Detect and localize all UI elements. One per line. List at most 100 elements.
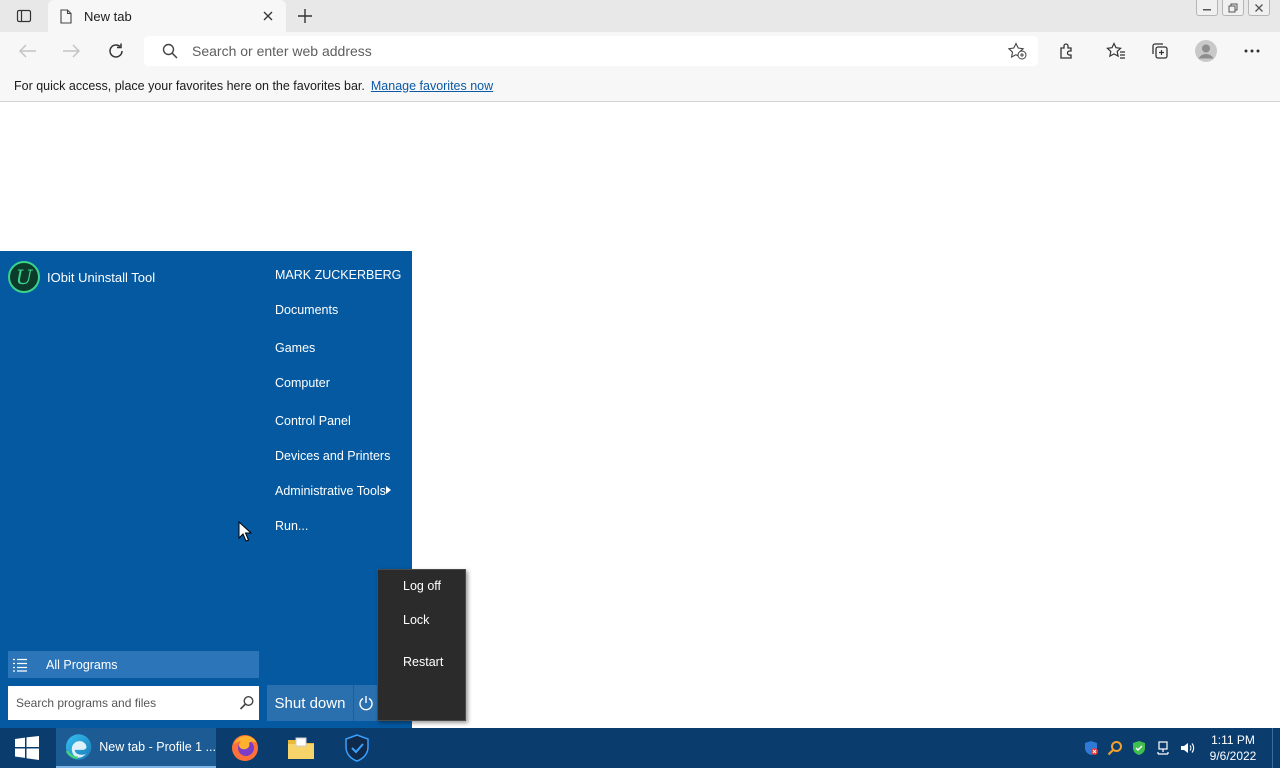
- log-off-item[interactable]: Log off: [378, 572, 465, 600]
- profile-button[interactable]: [1191, 36, 1221, 66]
- devices-printers-label: Devices and Printers: [275, 449, 391, 463]
- address-input[interactable]: [192, 36, 972, 66]
- page-icon: [58, 8, 74, 24]
- forward-arrow-icon: [63, 44, 80, 58]
- shutdown-label: Shut down: [274, 694, 346, 712]
- start-search-input[interactable]: [8, 686, 228, 720]
- close-icon: [263, 11, 273, 21]
- minimize-icon: [1203, 8, 1211, 10]
- tab-strip: New tab: [0, 0, 1280, 32]
- run-item[interactable]: Run...: [267, 512, 405, 540]
- power-icon: [358, 696, 373, 711]
- documents-item[interactable]: Documents: [267, 296, 405, 324]
- favorites-button[interactable]: [1101, 36, 1131, 66]
- favorites-bar: For quick access, place your favorites h…: [0, 70, 1280, 102]
- active-window-label: New tab - Profile 1 ...: [99, 740, 216, 754]
- close-window-icon: [1255, 3, 1263, 12]
- computer-item[interactable]: Computer: [267, 369, 405, 397]
- minimize-button[interactable]: [1196, 0, 1218, 16]
- system-tray: [1082, 728, 1196, 768]
- start-search-box: [8, 686, 259, 720]
- add-favorite-button[interactable]: [1006, 41, 1028, 61]
- collections-icon: [1152, 43, 1168, 59]
- shutdown-button[interactable]: Shut down: [267, 685, 353, 721]
- lock-label: Lock: [403, 613, 430, 627]
- games-label: Games: [275, 341, 316, 355]
- taskbar: New tab - Profile 1 ... 1:11 PM 9/6/2022: [0, 728, 1280, 768]
- lock-item[interactable]: Lock: [378, 606, 465, 634]
- mouse-cursor-icon: [238, 520, 253, 546]
- tab-actions-button[interactable]: [12, 6, 36, 26]
- browser-toolbar: [0, 32, 1280, 70]
- taskbar-vpn-shield[interactable]: [338, 728, 376, 768]
- tab-new-tab[interactable]: New tab: [48, 0, 286, 32]
- administrative-tools-item[interactable]: Administrative Tools: [267, 477, 405, 505]
- taskbar-edge-window[interactable]: New tab - Profile 1 ...: [56, 728, 216, 768]
- devices-printers-item[interactable]: Devices and Printers: [267, 442, 405, 470]
- games-item[interactable]: Games: [267, 334, 405, 362]
- extensions-button[interactable]: [1052, 36, 1082, 66]
- shutdown-options-button[interactable]: [353, 685, 377, 721]
- user-name-item[interactable]: MARK ZUCKERBERG: [267, 261, 405, 289]
- iobit-logo-icon: U: [8, 261, 40, 293]
- more-dots-icon: [1244, 49, 1260, 53]
- file-explorer-icon: [288, 737, 314, 759]
- search-tray-icon[interactable]: [1106, 739, 1124, 757]
- computer-label: Computer: [275, 376, 330, 390]
- clock-date: 9/6/2022: [1209, 749, 1257, 763]
- vpn-shield-icon: [345, 734, 369, 762]
- forward-button[interactable]: [56, 36, 86, 66]
- volume-icon[interactable]: [1178, 739, 1196, 757]
- control-panel-item[interactable]: Control Panel: [267, 407, 405, 435]
- taskbar-file-explorer[interactable]: [282, 728, 320, 768]
- close-tab-button[interactable]: [260, 8, 276, 24]
- network-icon[interactable]: [1154, 739, 1172, 757]
- close-window-button[interactable]: [1248, 0, 1270, 16]
- back-arrow-icon: [19, 44, 36, 58]
- control-panel-label: Control Panel: [275, 414, 351, 428]
- shield-check-icon[interactable]: [1130, 739, 1148, 757]
- start-button[interactable]: [0, 728, 54, 768]
- tab-title: New tab: [84, 8, 132, 24]
- new-tab-button[interactable]: [293, 5, 317, 27]
- taskbar-clock[interactable]: 1:11 PM 9/6/2022: [1200, 732, 1266, 764]
- address-bar[interactable]: [144, 36, 1038, 66]
- favorites-bar-message: For quick access, place your favorites h…: [14, 78, 365, 93]
- search-icon: [162, 43, 178, 62]
- puzzle-icon: [1060, 43, 1072, 59]
- program-list-icon: [11, 658, 29, 672]
- plus-icon: [298, 9, 312, 23]
- restore-icon: [1228, 3, 1238, 12]
- refresh-icon: [109, 43, 123, 58]
- start-menu: U IObit Uninstall Tool MARK ZUCKERBERG D…: [0, 251, 412, 728]
- avatar-icon: [1195, 40, 1217, 62]
- taskbar-firefox[interactable]: [226, 728, 264, 768]
- refresh-button[interactable]: [101, 36, 131, 66]
- collections-button[interactable]: [1145, 36, 1175, 66]
- log-off-label: Log off: [403, 579, 442, 593]
- restore-button[interactable]: [1222, 0, 1244, 16]
- manage-favorites-link[interactable]: Manage favorites now: [371, 79, 493, 93]
- security-icon[interactable]: [1082, 739, 1100, 757]
- favorites-icon: [1106, 42, 1125, 59]
- restart-label: Restart: [403, 655, 444, 669]
- run-label: Run...: [275, 519, 309, 533]
- restart-item[interactable]: Restart: [378, 648, 465, 676]
- submenu-arrow-icon: [386, 486, 391, 494]
- edge-icon: [65, 734, 92, 760]
- pinned-app-label: IObit Uninstall Tool: [47, 269, 156, 285]
- show-desktop-button[interactable]: [1272, 728, 1280, 768]
- user-name-label: MARK ZUCKERBERG: [275, 268, 402, 282]
- all-programs-label: All Programs: [46, 657, 118, 672]
- all-programs-button[interactable]: All Programs: [8, 651, 259, 678]
- administrative-tools-label: Administrative Tools: [275, 484, 386, 498]
- power-options-menu: Log off Lock Restart: [377, 569, 466, 721]
- search-icon[interactable]: [239, 695, 255, 714]
- pinned-app-iobit[interactable]: U IObit Uninstall Tool: [8, 260, 161, 294]
- tab-actions-icon: [16, 9, 32, 23]
- firefox-icon: [232, 735, 258, 761]
- back-button[interactable]: [13, 36, 43, 66]
- settings-more-button[interactable]: [1237, 36, 1267, 66]
- clock-time: 1:11 PM: [1211, 733, 1255, 747]
- documents-label: Documents: [275, 303, 339, 317]
